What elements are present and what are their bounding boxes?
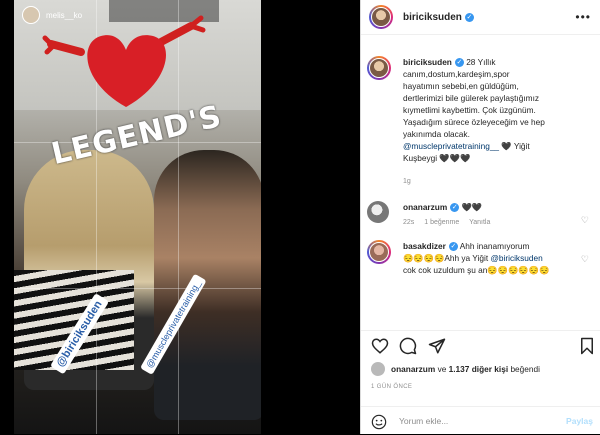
reply-button[interactable]: Yanıtla bbox=[469, 219, 490, 226]
comment-mention-link[interactable]: @biriciksuden bbox=[490, 253, 542, 263]
comment-text: onanarzum ✓ 🖤🖤 bbox=[403, 201, 579, 213]
bookmark-icon[interactable] bbox=[579, 337, 595, 355]
commenter-avatar[interactable] bbox=[367, 201, 389, 223]
share-icon[interactable] bbox=[428, 337, 446, 355]
comment-text: basakdizer ✓ Ahh inanamıyorum 😔😔😔😔Ahh ya … bbox=[403, 240, 579, 276]
caption-meta: 1g bbox=[403, 178, 579, 185]
heart-sticker-icon bbox=[42, 15, 206, 107]
likes-suffix: beğendi bbox=[508, 364, 540, 374]
liker-avatar[interactable] bbox=[371, 362, 385, 376]
comment-input[interactable] bbox=[397, 415, 551, 427]
caption-line: hayatımın sebebi,en güldüğüm, bbox=[403, 81, 519, 91]
commenter-avatar[interactable] bbox=[367, 240, 391, 264]
post-media: melis__ko LEGEND'S @biriciksuden @muscle… bbox=[0, 0, 360, 434]
caption-age[interactable]: 1g bbox=[403, 178, 411, 185]
liker-username[interactable]: onanarzum bbox=[391, 364, 435, 374]
likes-connector: ve bbox=[435, 364, 449, 374]
comment-body: Ahh inanamıyorum bbox=[459, 241, 530, 251]
caption-avatar-image bbox=[369, 58, 389, 78]
add-comment-bar: Paylaş bbox=[361, 406, 600, 435]
caption-line: dertlerimizi bile gülerek paylaştığımız bbox=[403, 93, 540, 103]
commenter-avatar-image bbox=[369, 242, 389, 262]
person-right bbox=[154, 150, 261, 420]
caption: biriciksuden ✓ 28 Yıllık canım,dostum,kar… bbox=[361, 56, 600, 185]
verified-icon: ✓ bbox=[450, 203, 460, 213]
comment-icon[interactable] bbox=[399, 337, 417, 355]
caption-mention-link[interactable]: @muscleprivatetraining__ bbox=[403, 141, 499, 151]
author-avatar-image bbox=[371, 7, 391, 27]
more-options-icon[interactable]: ••• bbox=[575, 10, 591, 24]
caption-line: yakınımda olacak. bbox=[403, 129, 470, 139]
post-header: biriciksuden ✓ ••• bbox=[361, 0, 600, 35]
caption-line: Kuşbeygi 🖤🖤🖤 bbox=[403, 153, 471, 163]
like-comment-heart-icon[interactable]: ♡ bbox=[581, 215, 589, 226]
comment-body: cok cok uzuldum şu an😔😔😔😔😔😔 bbox=[403, 265, 550, 275]
action-bar bbox=[361, 330, 600, 361]
comment-item: basakdizer ✓ Ahh inanamıyorum 😔😔😔😔Ahh ya … bbox=[361, 240, 600, 276]
verified-icon: ✓ bbox=[454, 58, 464, 68]
caption-line: canım,dostum,kardeşim,spor bbox=[403, 69, 510, 79]
verified-icon: ✓ bbox=[448, 242, 458, 252]
commenter-username[interactable]: basakdizer bbox=[403, 241, 446, 251]
comment-item: onanarzum ✓ 🖤🖤 22s 1 beğenme Yanıtla ♡ bbox=[361, 201, 600, 226]
emoji-icon[interactable] bbox=[371, 414, 387, 430]
comments-section: biriciksuden ✓ 28 Yıllık canım,dostum,kar… bbox=[361, 46, 600, 328]
post-side-panel: biriciksuden ✓ ••• biriciksuden ✓ 28 Yıll… bbox=[360, 0, 600, 434]
caption-text: biriciksuden ✓ 28 Yıllık canım,dostum,kar… bbox=[403, 56, 579, 164]
heart-icon[interactable] bbox=[371, 337, 389, 355]
comment-body: 😔😔😔😔Ahh ya Yiğit bbox=[403, 253, 491, 263]
commenter-username[interactable]: onanarzum bbox=[403, 202, 447, 212]
likes-others-link[interactable]: 1.137 diğer kişi bbox=[449, 364, 509, 374]
comment-like-count[interactable]: 1 beğenme bbox=[424, 219, 459, 226]
like-comment-heart-icon[interactable]: ♡ bbox=[581, 254, 589, 265]
post-comment-button[interactable]: Paylaş bbox=[566, 416, 593, 426]
likes-summary: onanarzum ve 1.137 diğer kişi beğendi bbox=[371, 362, 540, 376]
caption-line: Yaşadığım sürece özleyeceğim ve hep bbox=[403, 117, 545, 127]
story-avatar bbox=[22, 6, 40, 24]
grid-line bbox=[14, 288, 261, 289]
story-image: melis__ko LEGEND'S @biriciksuden @muscle… bbox=[14, 0, 261, 434]
caption-line: kıymetlimi kaybettim. Çok üzgünüm. bbox=[403, 105, 536, 115]
caption-line: 🖤 Yiğit bbox=[499, 141, 530, 151]
author-username[interactable]: biriciksuden bbox=[403, 12, 462, 23]
comment-meta: 22s 1 beğenme Yanıtla bbox=[403, 219, 579, 226]
author-avatar[interactable] bbox=[369, 5, 393, 29]
caption-line: 28 Yıllık bbox=[466, 57, 496, 67]
comment-age[interactable]: 22s bbox=[403, 219, 414, 226]
post-timestamp[interactable]: 1 GÜN ÖNCE bbox=[371, 384, 412, 390]
comment-body: 🖤🖤 bbox=[461, 202, 483, 212]
caption-username[interactable]: biriciksuden bbox=[403, 57, 452, 67]
caption-avatar[interactable] bbox=[367, 56, 391, 80]
verified-icon: ✓ bbox=[464, 12, 474, 22]
